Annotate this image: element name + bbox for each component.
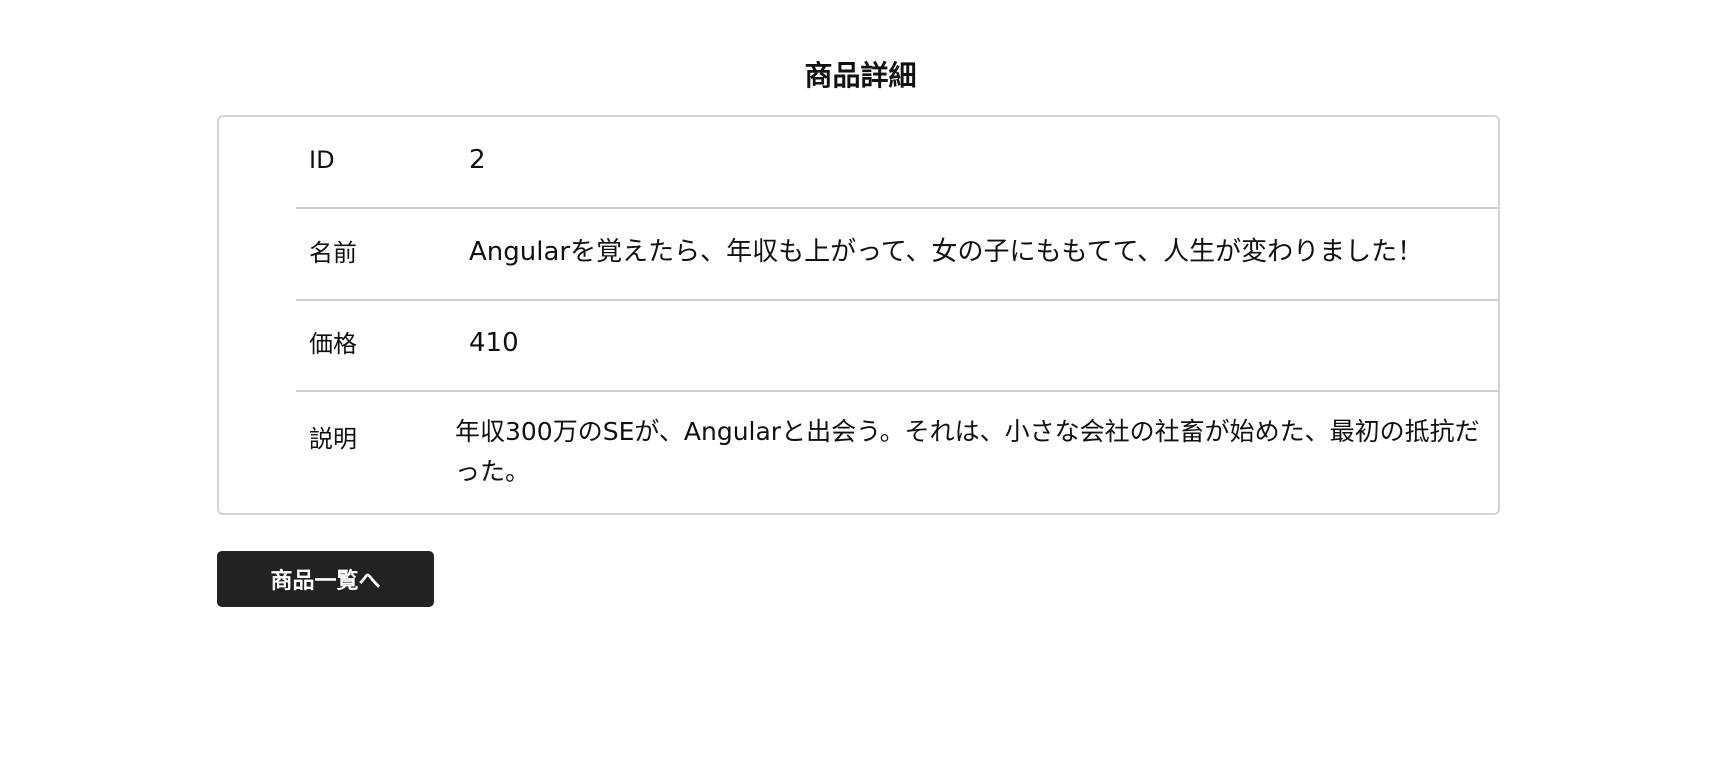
product-detail-table: ID 2 名前 Angularを覚えたら、年収も上がって、女の子にももてて、人生… <box>217 115 1500 515</box>
field-value-name: Angularを覚えたら、年収も上がって、女の子にももてて、人生が変わりました！ <box>469 237 1424 267</box>
detail-row-id: ID 2 <box>296 117 1498 209</box>
detail-row-price: 価格 410 <box>296 301 1498 392</box>
detail-row-description: 説明 年収300万のSEが、Angularと出会う。それは、小さな会社の社畜が始… <box>296 392 1498 513</box>
field-value-id: 2 <box>469 145 486 175</box>
field-label-description: 説明 <box>309 425 357 453</box>
back-to-product-list-button[interactable]: 商品一覧へ <box>217 551 434 607</box>
field-label-id: ID <box>309 146 335 174</box>
field-label-name: 名前 <box>309 239 357 267</box>
field-label-price: 価格 <box>309 330 357 358</box>
field-value-price: 410 <box>469 328 519 358</box>
page-title: 商品詳細 <box>804 59 917 92</box>
detail-row-name: 名前 Angularを覚えたら、年収も上がって、女の子にももてて、人生が変わりま… <box>296 209 1498 301</box>
field-value-description: 年収300万のSEが、Angularと出会う。それは、小さな会社の社畜が始めた、… <box>455 417 1480 486</box>
